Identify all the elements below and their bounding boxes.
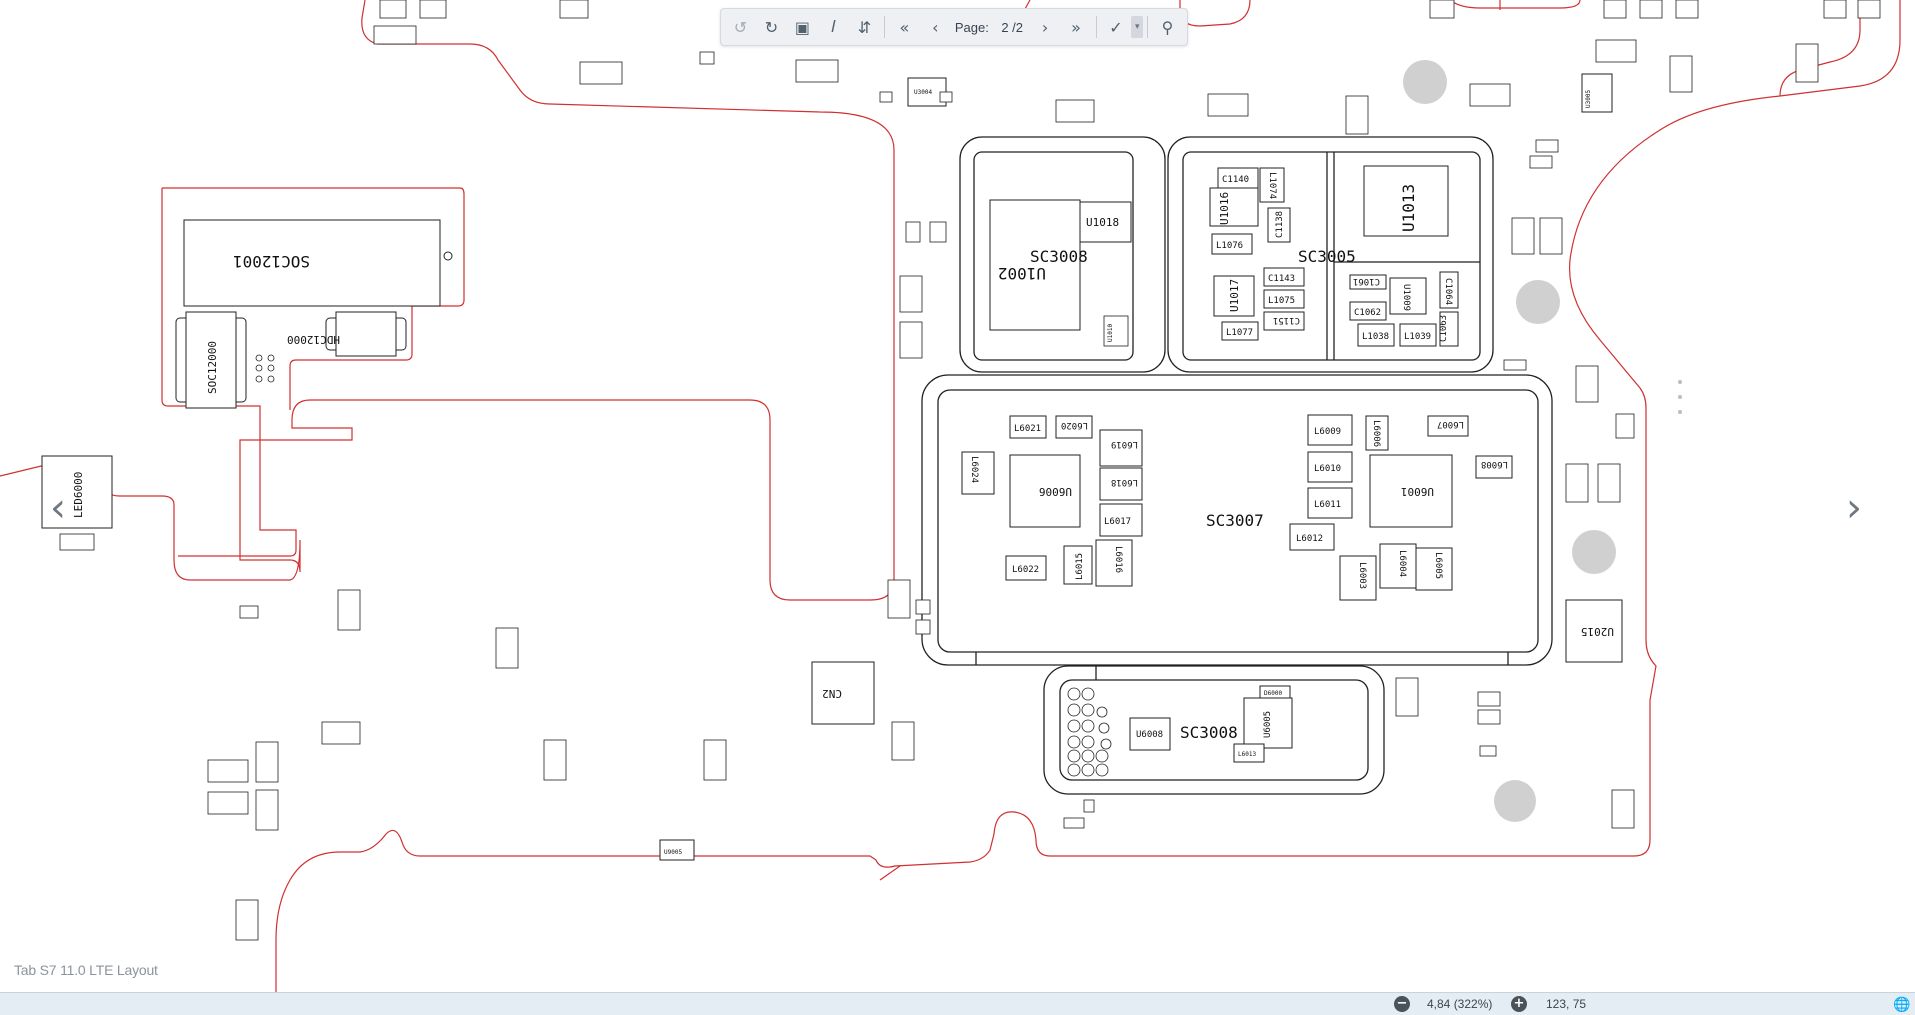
more-options-icon[interactable] — [1677, 380, 1683, 424]
svg-text:L6006: L6006 — [1371, 420, 1381, 447]
toolbar-separator — [1147, 16, 1148, 38]
svg-text:U6008: U6008 — [1136, 730, 1163, 740]
rotate-cw-icon[interactable]: ↻ — [758, 13, 785, 41]
globe-icon[interactable]: 🌐 — [1893, 996, 1910, 1012]
document-title: Tab S7 11.0 LTE Layout — [14, 962, 158, 978]
svg-text:U1010: U1010 — [1107, 324, 1114, 342]
page-input[interactable]: 2 /2 — [995, 20, 1030, 35]
svg-text:C1061: C1061 — [1353, 276, 1380, 286]
svg-text:L6010: L6010 — [1314, 464, 1341, 474]
shield-sc3007[interactable]: SC3007 U6006 U6001 L6021 L6020 L6019 L60… — [921, 374, 1553, 666]
svg-text:L1074: L1074 — [1267, 172, 1277, 199]
highlight-tool-icon[interactable]: ✓ — [1102, 13, 1129, 41]
highlight-dropdown-icon[interactable]: ▾ — [1131, 16, 1144, 38]
svg-text:C1140: C1140 — [1222, 175, 1249, 185]
svg-text:U3004: U3004 — [914, 89, 932, 96]
svg-text:L6012: L6012 — [1296, 534, 1323, 544]
svg-text:L1076: L1076 — [1216, 241, 1243, 251]
svg-text:U1016: U1016 — [1218, 192, 1231, 225]
shield-sc3008-top[interactable]: SC3008 U1002 U1018 U1010 — [959, 136, 1166, 373]
svg-text:L6024: L6024 — [969, 456, 979, 483]
svg-text:U1002: U1002 — [998, 264, 1046, 283]
svg-text:CN2: CN2 — [822, 687, 842, 700]
svg-text:L6005: L6005 — [1433, 552, 1443, 579]
svg-text:L6016: L6016 — [1113, 546, 1123, 573]
search-icon[interactable]: ⚲ — [1154, 13, 1181, 41]
svg-text:C1063: C1063 — [1439, 315, 1449, 342]
pcb-layout-canvas[interactable]: .ol { fill:none; stroke:#d03030; stroke-… — [0, 0, 1915, 992]
svg-text:U1017: U1017 — [1228, 279, 1241, 312]
toolbar-separator — [883, 16, 885, 38]
svg-text:U2015: U2015 — [1581, 625, 1614, 638]
svg-text:C1151: C1151 — [1273, 315, 1300, 325]
next-page-arrow-icon[interactable]: › — [1838, 488, 1870, 528]
svg-text:L1038: L1038 — [1362, 332, 1389, 342]
toolbar-separator — [1095, 16, 1097, 38]
zoom-level: 4,84 (322%) — [1427, 997, 1493, 1011]
status-bar: − 4,84 (322%) + 123, 75 🌐 — [0, 992, 1915, 1015]
expand-collapse-icon[interactable]: ⇵ — [851, 13, 878, 41]
svg-text:U9005: U9005 — [664, 849, 682, 856]
cursor-coordinates: 123, 75 — [1546, 997, 1587, 1011]
svg-text:U1013: U1013 — [1399, 184, 1418, 232]
svg-text:U3005: U3005 — [1585, 90, 1592, 108]
u3005[interactable]: U3005 — [1581, 73, 1613, 113]
svg-text:L6004: L6004 — [1397, 550, 1407, 577]
svg-text:U1009: U1009 — [1401, 284, 1411, 311]
svg-text:L6017: L6017 — [1104, 517, 1131, 527]
soc12001[interactable]: SOC12001 — [183, 219, 453, 307]
svg-text:L6019: L6019 — [1111, 439, 1138, 449]
svg-text:L6013: L6013 — [1238, 751, 1256, 758]
svg-text:L6015: L6015 — [1075, 553, 1085, 580]
fit-page-icon[interactable]: ▣ — [789, 13, 816, 41]
cn2[interactable]: CN2 — [811, 661, 875, 725]
zoom-in-button[interactable]: + — [1511, 996, 1527, 1012]
hdc12000[interactable]: HDC12000 — [287, 311, 407, 357]
svg-text:L1039: L1039 — [1404, 332, 1431, 342]
svg-text:C1064: C1064 — [1443, 278, 1453, 305]
svg-text:C1138: C1138 — [1275, 211, 1285, 238]
svg-text:SOC12000: SOC12000 — [206, 341, 219, 394]
svg-text:U6006: U6006 — [1039, 485, 1072, 498]
shield-label-sc3008: SC3008 — [1030, 247, 1088, 266]
first-page-icon[interactable]: « — [891, 13, 918, 41]
svg-text:U6001: U6001 — [1401, 485, 1434, 498]
rotate-ccw-icon[interactable]: ↺ — [727, 13, 754, 41]
next-page-icon[interactable]: › — [1032, 13, 1059, 41]
u9005[interactable]: U9005 — [659, 839, 695, 861]
top-toolbar: ↺ ↻ ▣ 𝐼 ⇵ « ‹ Page: 2 /2 › » ✓ ▾ ⚲ — [720, 8, 1188, 46]
svg-text:C1062: C1062 — [1354, 308, 1381, 318]
svg-text:U1018: U1018 — [1086, 216, 1119, 229]
svg-text:L6008: L6008 — [1481, 459, 1508, 469]
previous-page-arrow-icon[interactable]: ‹ — [42, 488, 74, 528]
svg-text:L1075: L1075 — [1268, 296, 1295, 306]
shield-label-sc3007: SC3007 — [1206, 511, 1264, 530]
svg-text:L6021: L6021 — [1014, 424, 1041, 434]
prev-page-icon[interactable]: ‹ — [922, 13, 949, 41]
soc12000[interactable]: SOC12000 — [175, 311, 275, 409]
shield-sc3005[interactable]: SC3005 C1140 L1074 U1016 L1076 C1138 U10… — [1167, 136, 1494, 373]
svg-text:L6003: L6003 — [1357, 562, 1367, 589]
shield-sc3008-bottom[interactable]: SC3008 U6008 U6005 L6013 D6000 — [1043, 665, 1385, 795]
zoom-out-button[interactable]: − — [1394, 996, 1410, 1012]
svg-text:HDC12000: HDC12000 — [287, 333, 340, 346]
svg-text:U6005: U6005 — [1263, 711, 1273, 738]
svg-text:L6020: L6020 — [1061, 420, 1088, 430]
svg-text:C1143: C1143 — [1268, 274, 1295, 284]
svg-text:D6000: D6000 — [1264, 690, 1282, 697]
svg-text:L6007: L6007 — [1437, 419, 1464, 429]
svg-text:L1077: L1077 — [1226, 328, 1253, 338]
svg-text:L6018: L6018 — [1111, 477, 1138, 487]
svg-text:L6011: L6011 — [1314, 500, 1341, 510]
svg-text:L6009: L6009 — [1314, 427, 1341, 437]
text-select-icon[interactable]: 𝐼 — [820, 13, 847, 41]
shield-label-sc3005: SC3005 — [1298, 247, 1356, 266]
u2015[interactable]: U2015 — [1565, 599, 1623, 663]
last-page-icon[interactable]: » — [1063, 13, 1090, 41]
svg-text:L6022: L6022 — [1012, 565, 1039, 575]
svg-text:SOC12001: SOC12001 — [233, 252, 310, 271]
shield-label-sc3008-b: SC3008 — [1180, 723, 1238, 742]
page-label: Page: — [954, 19, 989, 35]
